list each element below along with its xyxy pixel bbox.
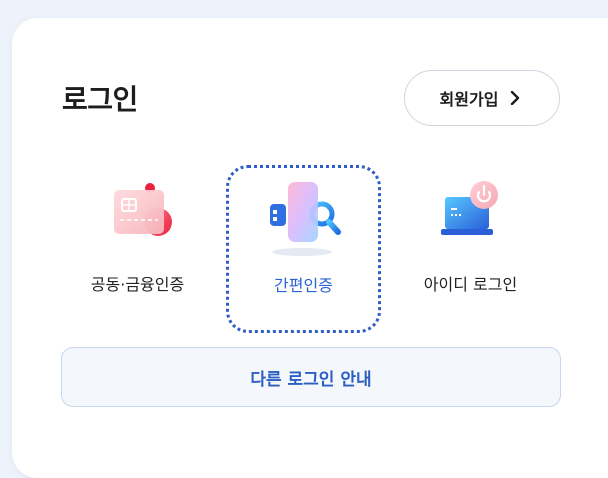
other-login-guide-label: 다른 로그인 안내: [250, 369, 372, 390]
phone-search-icon: [264, 174, 344, 256]
option-label: 간편인증: [274, 276, 333, 295]
page-title: 로그인: [62, 83, 138, 116]
option-simple-auth[interactable]: 간편인증: [226, 165, 381, 333]
certificate-card-icon: [98, 175, 178, 255]
option-id-login[interactable]: 아이디 로그인: [393, 165, 548, 333]
option-label: 공동·금융인증: [90, 275, 185, 294]
other-login-guide-button[interactable]: 다른 로그인 안내: [61, 347, 561, 407]
option-label: 아이디 로그인: [423, 275, 518, 294]
laptop-power-icon: [431, 175, 511, 255]
signup-label: 회원가입: [439, 90, 499, 109]
signup-button[interactable]: 회원가입: [404, 70, 560, 126]
option-certificate-login[interactable]: 공동·금융인증: [60, 165, 215, 333]
chevron-right-icon: [510, 91, 524, 105]
